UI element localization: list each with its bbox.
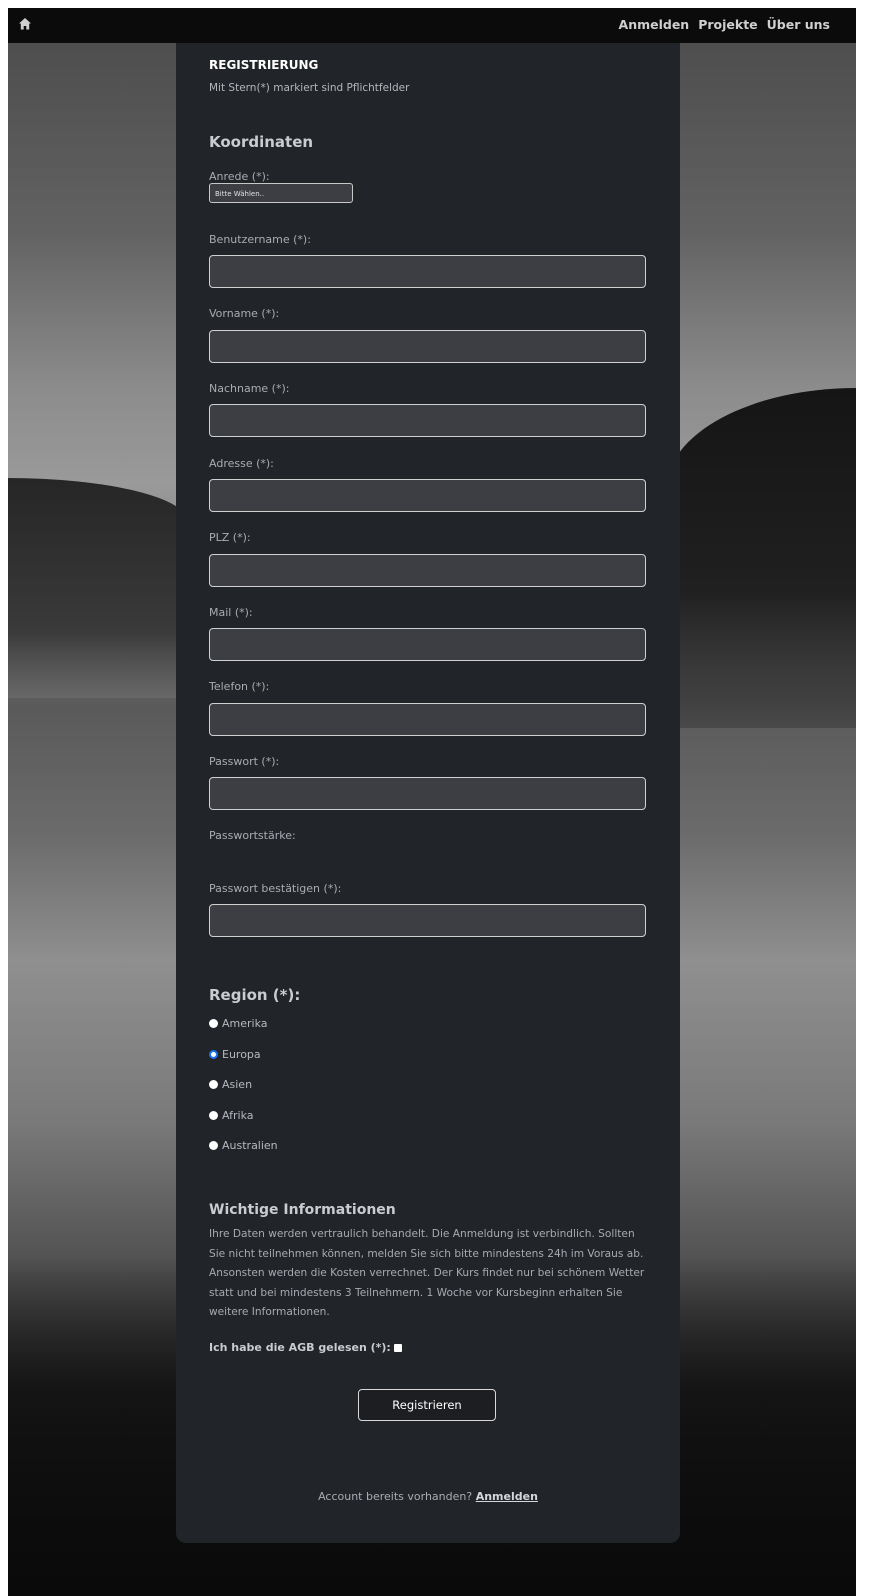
registration-panel: REGISTRIERUNG Mit Stern(*) markiert sind… xyxy=(176,43,680,1543)
zip-label: PLZ (*): xyxy=(209,531,251,544)
radio-label-europa: Europa xyxy=(222,1048,261,1061)
radio-label-australien: Australien xyxy=(222,1139,278,1152)
info-title: Wichtige Informationen xyxy=(209,1202,396,1218)
lastname-label: Nachname (*): xyxy=(209,382,290,395)
radio-europa[interactable] xyxy=(209,1050,218,1059)
radio-australien[interactable] xyxy=(209,1141,218,1150)
radio-amerika[interactable] xyxy=(209,1019,218,1028)
page-background: Anmelden Projekte Über uns REGISTRIERUNG… xyxy=(8,8,856,1596)
account-text: Account bereits vorhanden? xyxy=(318,1490,473,1503)
region-option-amerika[interactable]: Amerika xyxy=(209,1017,268,1030)
register-button[interactable]: Registrieren xyxy=(358,1389,496,1421)
account-row: Account bereits vorhanden? Anmelden xyxy=(176,1490,680,1503)
password-input[interactable] xyxy=(209,777,646,810)
firstname-label: Vorname (*): xyxy=(209,307,280,320)
radio-label-afrika: Afrika xyxy=(222,1109,254,1122)
password-confirm-input[interactable] xyxy=(209,904,646,937)
username-label: Benutzername (*): xyxy=(209,233,311,246)
radio-label-asien: Asien xyxy=(222,1078,253,1091)
info-text: Ihre Daten werden vertraulich behandelt.… xyxy=(209,1228,645,1319)
password-confirm-label: Passwort bestätigen (*): xyxy=(209,882,342,895)
mail-input[interactable] xyxy=(209,628,646,661)
password-label: Passwort (*): xyxy=(209,755,280,768)
agb-label: Ich habe die AGB gelesen (*): xyxy=(209,1341,391,1354)
salutation-select[interactable]: Bitte Wählen.. xyxy=(209,183,353,203)
agb-checkbox[interactable] xyxy=(393,1343,402,1352)
lastname-input[interactable] xyxy=(209,404,646,437)
agb-row: Ich habe die AGB gelesen (*): xyxy=(209,1341,402,1354)
username-input[interactable] xyxy=(209,255,646,288)
radio-afrika[interactable] xyxy=(209,1111,218,1120)
region-option-australien[interactable]: Australien xyxy=(209,1139,278,1152)
page-title: REGISTRIERUNG xyxy=(209,58,319,72)
address-input[interactable] xyxy=(209,479,646,512)
home-icon[interactable] xyxy=(18,17,32,31)
nav-link-projekte[interactable]: Projekte xyxy=(698,17,757,33)
salutation-label: Anrede (*): xyxy=(209,170,270,183)
phone-label: Telefon (*): xyxy=(209,680,270,693)
login-link[interactable]: Anmelden xyxy=(476,1490,538,1503)
radio-label-amerika: Amerika xyxy=(222,1017,268,1030)
radio-asien[interactable] xyxy=(209,1080,218,1089)
mail-label: Mail (*): xyxy=(209,606,253,619)
region-option-asien[interactable]: Asien xyxy=(209,1078,252,1091)
zip-input[interactable] xyxy=(209,554,646,587)
nav-links: Anmelden Projekte Über uns xyxy=(619,17,830,33)
region-option-europa[interactable]: Europa xyxy=(209,1048,261,1061)
firstname-input[interactable] xyxy=(209,330,646,363)
region-option-afrika[interactable]: Afrika xyxy=(209,1109,254,1122)
nav-link-ueber-uns[interactable]: Über uns xyxy=(767,17,830,33)
background-mountain-right xyxy=(666,388,856,728)
phone-input[interactable] xyxy=(209,703,646,736)
required-hint: Mit Stern(*) markiert sind Pflichtfelder xyxy=(209,82,410,94)
password-strength-label: Passwortstärke: xyxy=(209,829,296,842)
region-title: Region (*): xyxy=(209,986,301,1004)
background-mountain-left xyxy=(8,478,188,698)
address-label: Adresse (*): xyxy=(209,457,274,470)
section-title-koordinaten: Koordinaten xyxy=(209,133,314,151)
nav-link-anmelden[interactable]: Anmelden xyxy=(619,17,690,33)
top-navbar: Anmelden Projekte Über uns xyxy=(8,8,856,43)
